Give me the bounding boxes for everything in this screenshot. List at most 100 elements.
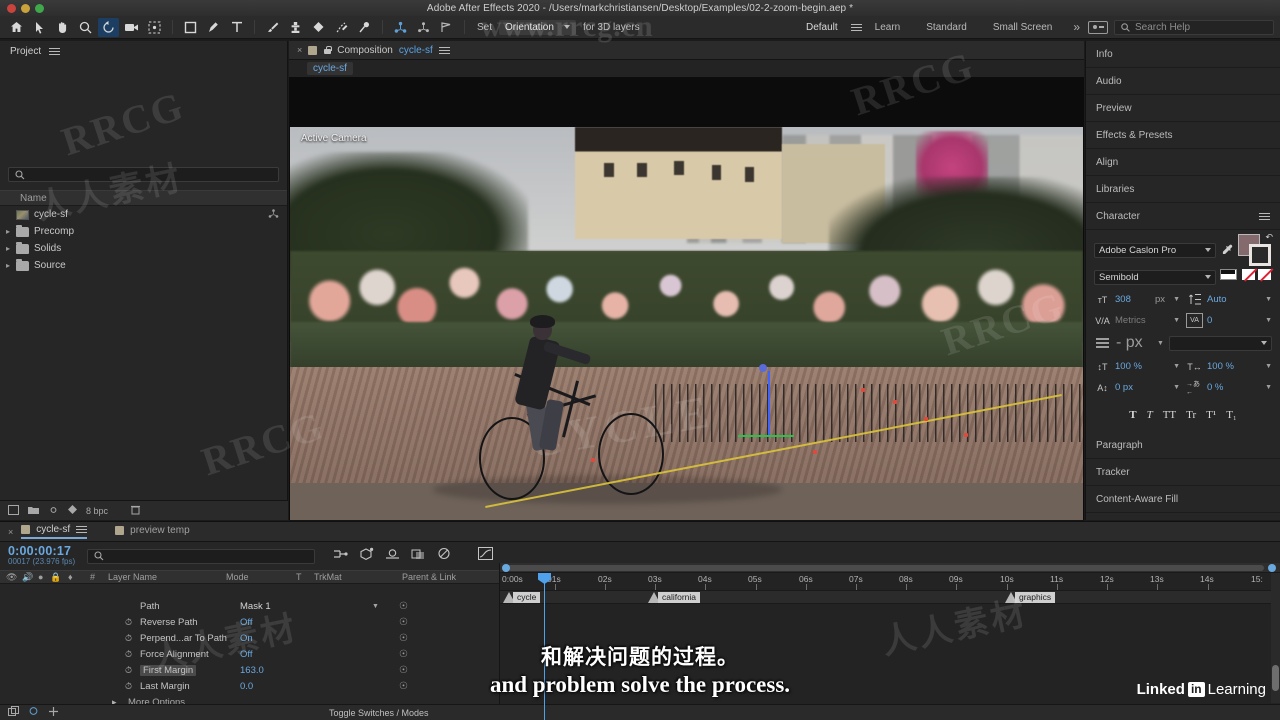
x-axis-handle[interactable] (738, 435, 794, 438)
scrollbar-thumb[interactable] (1272, 665, 1279, 691)
motion-blur-icon[interactable] (437, 547, 451, 565)
panel-character[interactable]: Character (1086, 203, 1280, 230)
panel-info[interactable]: Info (1086, 41, 1280, 68)
pick-whip-icon[interactable]: ☉ (399, 633, 408, 644)
property-row-path[interactable]: Path Mask 1 ▼ ☉ (0, 598, 499, 614)
stopwatch-icon[interactable]: ⏱ (125, 617, 132, 628)
brush-tool-icon[interactable] (262, 18, 283, 37)
stroke-width-value[interactable]: - px (1116, 334, 1152, 352)
stopwatch-icon[interactable]: ⏱ (125, 665, 132, 676)
bit-depth-label[interactable]: 8 bpc (86, 506, 108, 516)
workspace-menu-icon[interactable] (850, 22, 862, 33)
toggle-switches-modes-button[interactable]: Toggle Switches / Modes (329, 708, 429, 718)
stroke-color-swatch[interactable] (1249, 244, 1271, 266)
chevron-down-icon[interactable]: ▼ (1173, 296, 1180, 303)
column-mode[interactable]: Mode (220, 572, 290, 582)
pick-whip-icon[interactable]: ☉ (399, 649, 408, 660)
workspace-learn[interactable]: Learn (862, 22, 914, 33)
panel-preview[interactable]: Preview (1086, 95, 1280, 122)
orbit-tool-icon[interactable] (413, 18, 434, 37)
path-keyframe-point[interactable] (860, 387, 865, 392)
workspace-layout-icon[interactable] (1088, 20, 1108, 34)
pick-whip-icon[interactable]: ☉ (399, 617, 408, 628)
playhead[interactable] (538, 573, 551, 720)
panel-content-aware-fill[interactable]: Content-Aware Fill (1086, 486, 1280, 513)
leading-field[interactable]: Auto ▼ (1186, 290, 1272, 309)
property-value[interactable]: Off (240, 617, 253, 628)
hand-tool-icon[interactable] (52, 18, 73, 37)
chevron-right-icon[interactable]: ▸ (6, 261, 16, 270)
chevron-down-icon[interactable]: ▼ (1157, 340, 1164, 347)
panel-libraries[interactable]: Libraries (1086, 176, 1280, 203)
project-settings-icon[interactable] (48, 505, 59, 517)
column-layer-name[interactable]: Layer Name (102, 572, 220, 582)
no-stroke-swatch-icon[interactable] (1258, 269, 1271, 280)
composition-panel-menu-icon[interactable] (438, 45, 450, 56)
no-fill-swatch-icon[interactable] (1242, 269, 1255, 280)
tracking-field[interactable]: VA 0 ▼ (1186, 311, 1272, 330)
chevron-down-icon[interactable]: ▼ (1265, 363, 1272, 370)
horizontal-scale-field[interactable]: T↔ 100 % ▼ (1186, 357, 1272, 376)
roto-brush-tool-icon[interactable] (331, 18, 352, 37)
chevron-right-icon[interactable]: ▸ (6, 227, 16, 236)
eyedropper-icon[interactable] (1220, 244, 1234, 256)
column-trkmat[interactable]: TrkMat (308, 572, 396, 582)
stopwatch-icon[interactable]: ⏱ (125, 649, 132, 660)
close-icon[interactable]: × (297, 45, 302, 55)
panel-effects-presets[interactable]: Effects & Presets (1086, 122, 1280, 149)
project-item-precomp[interactable]: ▸ Precomp (0, 223, 287, 240)
comp-markers-row[interactable]: cycle california graphics (500, 591, 1280, 604)
stopwatch-icon[interactable]: ⏱ (125, 633, 132, 644)
vertical-scale-field[interactable]: ↕T 100 % ▼ (1094, 357, 1181, 376)
new-folder-icon[interactable] (28, 505, 39, 517)
duplicate-layer-icon[interactable] (8, 706, 19, 719)
property-row-perpendicular-to-path[interactable]: ⏱ Perpend...ar To Path On ☉ (0, 630, 499, 646)
chevron-down-icon[interactable]: ▼ (1265, 296, 1272, 303)
solo-icon[interactable]: ● (32, 572, 44, 582)
color-swatches[interactable]: ↶ (1238, 232, 1273, 266)
baseline-shift-field[interactable]: A↕ 0 px ▼ (1094, 378, 1180, 397)
path-keyframe-point[interactable] (591, 458, 596, 463)
timeline-panel-menu-icon[interactable] (76, 524, 88, 535)
chevron-down-icon[interactable]: ▼ (1173, 384, 1180, 391)
property-row-reverse-path[interactable]: ⏱ Reverse Path Off ☉ (0, 614, 499, 630)
unified-camera-icon[interactable] (390, 18, 411, 37)
zoom-bar-right-handle[interactable] (1268, 564, 1276, 572)
clone-stamp-tool-icon[interactable] (285, 18, 306, 37)
lock-icon[interactable] (323, 45, 332, 55)
property-value[interactable]: Mask 1 (240, 601, 271, 612)
pan-behind-tool-icon[interactable] (144, 18, 165, 37)
project-column-header[interactable]: Name (0, 190, 287, 206)
rotation-tool-icon[interactable] (98, 17, 119, 37)
pen-tool-icon[interactable] (203, 18, 224, 37)
font-style-select[interactable]: Semibold (1094, 269, 1216, 285)
property-row-force-alignment[interactable]: ⏱ Force Alignment Off ☉ (0, 646, 499, 662)
zoom-bar-left-handle[interactable] (502, 564, 510, 572)
pick-whip-icon[interactable]: ☉ (399, 601, 408, 612)
project-item-solids[interactable]: ▸ Solids (0, 240, 287, 257)
frame-blending-icon[interactable] (411, 547, 426, 565)
property-value[interactable]: On (240, 633, 253, 644)
timeline-tab-cycle-sf[interactable]: cycle-sf (21, 524, 88, 539)
chevron-down-icon[interactable]: ▼ (372, 603, 379, 610)
pick-whip-icon[interactable]: ☉ (399, 665, 408, 676)
stopwatch-icon[interactable]: ⏱ (125, 681, 132, 692)
close-icon[interactable]: × (8, 527, 13, 537)
workspace-default[interactable]: Default (793, 22, 851, 33)
zoom-tool-icon[interactable] (75, 18, 96, 37)
hide-shy-layers-icon[interactable] (385, 547, 400, 565)
black-white-swatch-icon[interactable] (1220, 269, 1237, 280)
pan-camera-tool-icon[interactable] (436, 18, 457, 37)
composition-viewer[interactable]: Active Camera CYCLE (289, 77, 1084, 541)
column-parent-link[interactable]: Parent & Link (396, 572, 456, 582)
shape-tool-icon[interactable] (180, 18, 201, 37)
workspace-overflow-icon[interactable]: » (1065, 20, 1088, 34)
subscript-button[interactable]: T₁ (1226, 409, 1237, 421)
comp-marker[interactable]: graphics (1005, 592, 1056, 603)
path-keyframe-point[interactable] (924, 416, 929, 421)
panel-tracker[interactable]: Tracker (1086, 459, 1280, 486)
orientation-dropdown[interactable]: Orientation (499, 19, 576, 35)
property-row-last-margin[interactable]: ⏱ Last Margin 0.0 ☉ (0, 678, 499, 694)
label-color-icon[interactable]: ♦ (62, 572, 84, 582)
comp-settings-icon[interactable] (28, 706, 39, 719)
